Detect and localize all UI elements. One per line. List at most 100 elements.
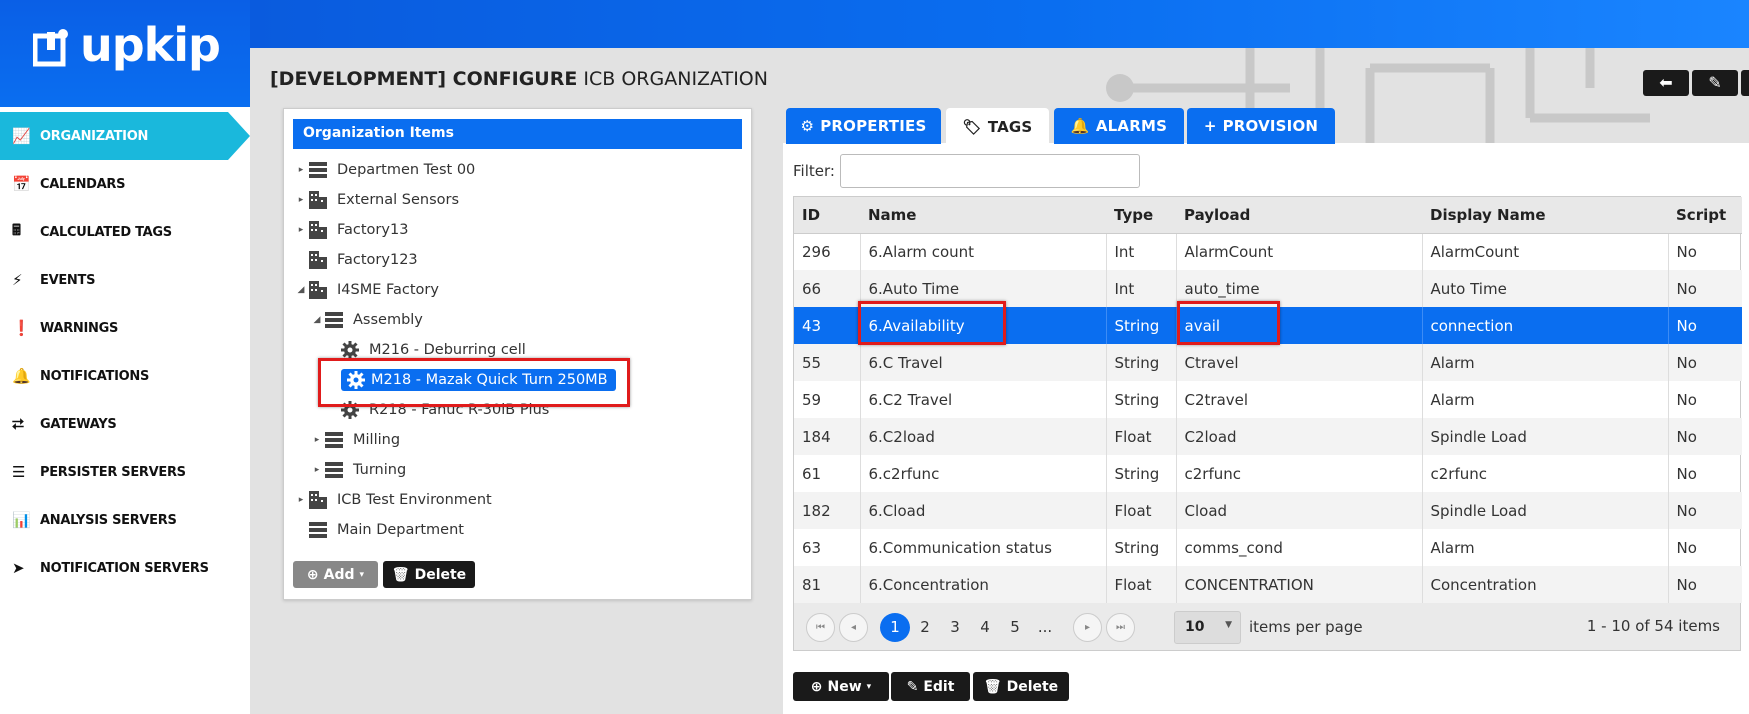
tree-item-label: M216 - Deburring cell [369,342,526,358]
table-row[interactable]: 59 6.C2 Travel String C2travel Alarm No [794,381,1742,418]
tree-item-label: Factory123 [337,252,418,268]
delete-item-button[interactable]: 🗑 Delete [383,561,475,588]
tree-item[interactable]: ▸ Milling [309,427,400,453]
prev-page-button[interactable]: ◂ [839,613,868,642]
area-chart-icon: 📈 [12,127,31,145]
logo-icon [33,29,68,67]
new-tag-button[interactable]: ⊕ New ▾ [793,672,889,701]
add-button-label: Add [323,566,355,583]
sidebar-item-calendars[interactable]: 📅 CALENDARS [0,160,250,208]
building-icon [309,281,337,299]
sitemap-icon: ⮂ [12,415,24,433]
more-pages-button[interactable]: ... [1030,613,1060,642]
building-icon [309,251,337,269]
logo-text: upkip [80,18,221,72]
tab-label: ALARMS [1095,117,1168,135]
sidebar-item-warnings[interactable]: ❗ WARNINGS [0,304,250,352]
back-icon: ⬅ [1659,73,1673,92]
column-header-id[interactable]: ID [794,197,860,234]
page-button[interactable]: 2 [910,613,940,642]
table-row[interactable]: 184 6.C2load Float C2load Spindle Load No [794,418,1742,455]
column-header-name[interactable]: Name [860,197,1106,234]
collapsed-arrow-icon[interactable]: ▸ [293,195,309,205]
tree-item[interactable]: ◢ Assembly [309,307,423,333]
exclamation-circle-icon: ❗ [12,319,31,337]
tab-tags[interactable]: 🏷 TAGS [946,108,1049,146]
expanded-arrow-icon[interactable]: ◢ [309,315,325,325]
tab-provision[interactable]: + PROVISION [1187,108,1335,144]
new-button-label: New [827,678,862,695]
table-row[interactable]: 55 6.C Travel String Ctravel Alarm No [794,344,1742,381]
edit-tag-button[interactable]: ✎ Edit [891,672,970,701]
first-page-button[interactable]: ⏮ [806,613,835,642]
sidebar-item-analysis-servers[interactable]: 📊 ANALYSIS SERVERS [0,496,250,544]
sidebar-item-notification-servers[interactable]: ➤ NOTIFICATION SERVERS [0,544,250,592]
tab-properties[interactable]: ⚙ PROPERTIES [786,108,941,144]
table-row[interactable]: 81 6.Concentration Float CONCENTRATION Conce… [794,566,1742,603]
table-row[interactable]: 296 6.Alarm count Int AlarmCount AlarmCount N… [794,233,1742,270]
tree-item-label: Main Department [337,522,464,538]
sidebar-item-organization[interactable]: 📈 ORGANIZATION [0,112,250,160]
more-button[interactable] [1741,70,1749,96]
column-header-payload[interactable]: Payload [1176,197,1422,234]
bell-icon: 🔔 [1070,117,1090,135]
paper-plane-icon: ➤ [12,559,25,577]
tree-item[interactable]: ◢ I4SME Factory [293,277,439,303]
sidebar-item-calculated-tags[interactable]: 🖩 CALCULATED TAGS [0,208,250,256]
add-button[interactable]: ⊕ Add ▾ [293,561,378,588]
tree-item[interactable]: ▸ Factory13 [293,217,408,243]
page-button[interactable]: 1 [880,613,910,642]
expanded-arrow-icon[interactable]: ◢ [293,285,309,295]
collapsed-arrow-icon[interactable]: ▸ [293,495,309,505]
tree-item-label: External Sensors [337,192,460,208]
next-page-button[interactable]: ▸ [1073,613,1102,642]
table-cell-payload: c2rfunc [1175,455,1422,492]
sidebar-item-events[interactable]: ⚡ EVENTS [0,256,250,304]
sidebar-item-persister-servers[interactable]: ☰ PERSISTER SERVERS [0,448,250,496]
table-cell-type: String [1105,529,1176,566]
page-button[interactable]: 5 [1000,613,1030,642]
chevron-down-icon: ▼ [1225,620,1232,630]
collapsed-arrow-icon[interactable]: ▸ [309,435,325,445]
table-cell-id: 63 [802,538,822,557]
collapsed-arrow-icon[interactable]: ▸ [309,465,325,475]
sidebar-item-gateways[interactable]: ⮂ GATEWAYS [0,400,250,448]
tree-item-label: I4SME Factory [337,282,439,298]
table-row[interactable]: 63 6.Communication status String comms_cond… [794,529,1742,566]
gear-icon: ⚙ [800,117,815,135]
page-title-rest: ICB ORGANIZATION [583,68,768,90]
table-cell-script: No [1667,566,1742,603]
tree-item[interactable]: ▸ External Sensors [293,187,459,213]
column-header-type[interactable]: Type [1106,197,1176,234]
edit-organization-button[interactable]: ✎ [1692,70,1738,96]
table-cell-id: 61 [802,464,822,483]
table-row[interactable]: 61 6.c2rfunc String c2rfunc c2rfunc No [794,455,1742,492]
tree-item[interactable]: ▸ Departmen Test 00 [293,157,475,183]
filter-input[interactable] [840,154,1140,188]
delete-button-label: Delete [1006,678,1059,695]
delete-tag-button[interactable]: 🗑 Delete [973,672,1069,701]
column-header-display-name[interactable]: Display Name [1422,197,1668,234]
collapsed-arrow-icon[interactable]: ▸ [293,225,309,235]
page-size-select[interactable]: 10 ▼ [1174,611,1241,644]
tree-item[interactable]: Main Department [293,517,464,543]
sidebar-item-label: WARNINGS [40,320,119,336]
edit-button-label: Edit [923,678,955,695]
collapsed-arrow-icon[interactable]: ▸ [293,165,309,175]
page-button[interactable]: 3 [940,613,970,642]
highlight-box-payload [1177,301,1280,345]
tree-item[interactable]: ▸ ICB Test Environment [293,487,492,513]
back-button[interactable]: ⬅ [1643,70,1689,96]
tab-alarms[interactable]: 🔔 ALARMS [1054,108,1184,144]
page-button[interactable]: 4 [970,613,1000,642]
tree-item[interactable]: ▸ Turning [309,457,406,483]
sidebar-item-notifications[interactable]: 🔔 NOTIFICATIONS [0,352,250,400]
column-header-script[interactable]: Script [1668,197,1742,234]
pager: ⏮ ◂ 1 2 3 4 5... ▸ ⏭ 10 ▼ items per page 1 -… [793,603,1741,651]
table-cell-display-name: Spindle Load [1421,492,1668,529]
tree-item[interactable]: Factory123 [293,247,418,273]
table-row[interactable]: 182 6.Cload Float Cload Spindle Load No [794,492,1742,529]
next-page-icon: ▸ [1084,622,1091,633]
last-page-button[interactable]: ⏭ [1106,613,1135,642]
table-cell-script: No [1667,344,1742,381]
